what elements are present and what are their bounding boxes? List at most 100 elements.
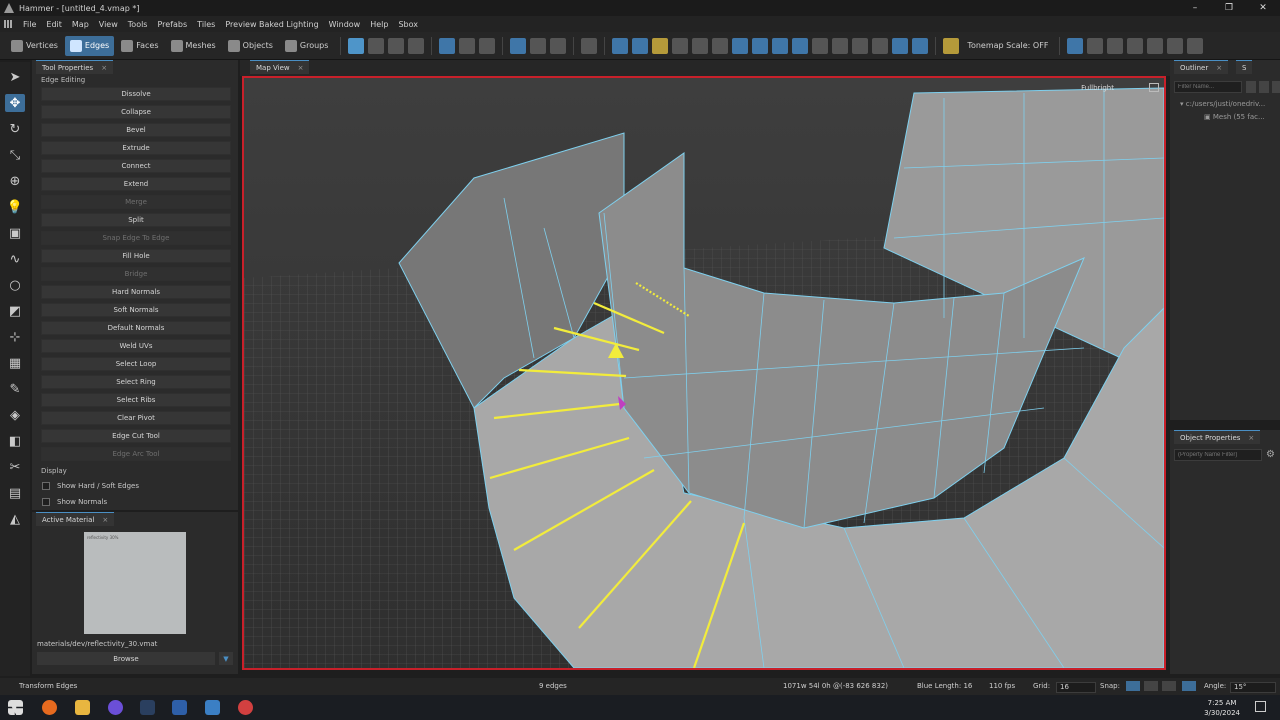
menu-prefabs[interactable]: Prefabs (152, 20, 192, 29)
minimize-button[interactable]: – (1178, 0, 1212, 16)
tool-icon-b[interactable] (1127, 37, 1144, 54)
viewport-scene[interactable] (244, 78, 1164, 668)
browse-dropdown-icon[interactable]: ▼ (219, 652, 233, 665)
show-hard-soft-edges-checkbox[interactable]: Show Hard / Soft Edges (32, 478, 238, 494)
polygon-tool-icon[interactable]: ○ (5, 276, 25, 294)
tool-icon-c[interactable] (1147, 37, 1164, 54)
grid-size-select[interactable]: 16 (1056, 682, 1096, 693)
visibility-lights-icon[interactable] (652, 37, 669, 54)
sbox-icon[interactable] (172, 700, 187, 715)
tab-map-view[interactable]: Map View × (250, 60, 310, 74)
select-tool-icon[interactable]: ➤ (5, 68, 25, 86)
close-icon[interactable]: × (1216, 64, 1222, 72)
close-icon[interactable]: × (102, 516, 108, 524)
path-tool-icon[interactable]: ∿ (5, 250, 25, 268)
menu-map[interactable]: Map (67, 20, 94, 29)
extrude-button[interactable]: Extrude (41, 141, 231, 155)
visibility-models-icon[interactable] (732, 37, 749, 54)
visibility-players-icon[interactable] (852, 37, 869, 54)
mode-edges-button[interactable]: Edges (64, 35, 115, 56)
render-mode-label[interactable]: Fullbright (1081, 84, 1114, 92)
tab-object-properties[interactable]: Object Properties × (1174, 430, 1261, 444)
new-folder-icon[interactable] (1246, 81, 1256, 93)
viewport-layout-icon[interactable] (1149, 83, 1159, 92)
snap-vertex-icon[interactable] (1144, 681, 1158, 691)
menu-file[interactable]: File (18, 20, 41, 29)
maximize-button[interactable]: ❐ (1212, 0, 1246, 16)
close-icon[interactable]: × (101, 64, 107, 72)
browse-button[interactable]: Browse (37, 652, 215, 665)
fill-hole-button[interactable]: Fill Hole (41, 249, 231, 263)
steam-icon[interactable] (140, 700, 155, 715)
cube-icon[interactable] (530, 37, 547, 54)
mode-faces-button[interactable]: Faces (116, 36, 163, 56)
tab-active-material[interactable]: Active Material × (36, 512, 115, 526)
snap-grid-icon[interactable] (1126, 681, 1140, 691)
controller-icon[interactable] (581, 37, 598, 54)
mode-objects-button[interactable]: Objects (223, 36, 278, 56)
sbox-editor-icon[interactable] (205, 700, 220, 715)
mode-meshes-button[interactable]: Meshes (166, 36, 221, 56)
tree-mesh-item[interactable]: ▣ Mesh (55 fac... (1204, 113, 1265, 121)
visibility-paths-icon[interactable] (672, 37, 689, 54)
checkbox-box[interactable] (42, 498, 50, 506)
pivot-tool-icon[interactable]: ⊕ (5, 172, 25, 190)
notification-icon[interactable] (1255, 701, 1266, 712)
select-ribs-button[interactable]: Select Ribs (41, 393, 231, 407)
select-mode-icon[interactable] (348, 37, 365, 54)
light-tool-icon[interactable]: 💡 (5, 198, 25, 216)
split-button[interactable]: Split (41, 213, 231, 227)
vertex-tool-icon[interactable]: ⊹ (5, 328, 25, 346)
block-tool-icon[interactable]: ▣ (5, 224, 25, 242)
visibility-tiles-icon[interactable] (772, 37, 789, 54)
visibility-grid-icon[interactable] (912, 37, 929, 54)
menu-edit[interactable]: Edit (41, 20, 67, 29)
move-tool-icon[interactable]: ✥ (5, 94, 25, 112)
outliner-filter-input[interactable] (1174, 81, 1242, 93)
snap-angle-icon[interactable] (1182, 681, 1196, 691)
pivot-icon[interactable] (479, 37, 496, 54)
windows-start-icon[interactable] (8, 700, 23, 715)
app-grid-icon[interactable] (4, 20, 12, 28)
snap-edge-icon[interactable] (1162, 681, 1176, 691)
paint-tool-icon[interactable]: ✎ (5, 380, 25, 398)
map-viewport[interactable]: Fullbright (242, 76, 1166, 670)
default-normals-button[interactable]: Default Normals (41, 321, 231, 335)
hard-normals-button[interactable]: Hard Normals (41, 285, 231, 299)
layout-quad-icon[interactable] (1087, 37, 1104, 54)
rotate-tool-icon[interactable]: ↻ (5, 120, 25, 138)
decal-tool-icon[interactable]: ◈ (5, 406, 25, 424)
tool-icon-a[interactable] (1107, 37, 1124, 54)
visibility-props-icon[interactable] (832, 37, 849, 54)
menu-help[interactable]: Help (365, 20, 393, 29)
extend-button[interactable]: Extend (41, 177, 231, 191)
obs-icon[interactable] (108, 700, 123, 715)
tile-tool-icon[interactable]: ◧ (5, 432, 25, 450)
tree-root-item[interactable]: ▾ c:/users/justi/onedriv... (1180, 100, 1265, 108)
clip-tool-icon[interactable]: ◩ (5, 302, 25, 320)
visibility-overlays-icon[interactable] (892, 37, 909, 54)
visibility-effects-icon[interactable] (712, 37, 729, 54)
transform-local-icon[interactable] (439, 37, 456, 54)
dissolve-button[interactable]: Dissolve (41, 87, 231, 101)
tab-outliner[interactable]: Outliner × (1174, 60, 1229, 74)
transform-world-icon[interactable] (459, 37, 476, 54)
show-normals-checkbox[interactable]: Show Normals (32, 494, 238, 510)
material-tool-icon[interactable]: ▦ (5, 354, 25, 372)
copy-icon[interactable] (1272, 81, 1280, 93)
menu-tools[interactable]: Tools (123, 20, 153, 29)
measure-icon[interactable] (368, 37, 385, 54)
tool-icon-e[interactable] (1187, 37, 1204, 54)
clear-pivot-button[interactable]: Clear Pivot (41, 411, 231, 425)
umbrella-icon[interactable] (550, 37, 567, 54)
connect-button[interactable]: Connect (41, 159, 231, 173)
menu-sbox[interactable]: Sbox (393, 20, 423, 29)
sculpt-tool-icon[interactable]: ✂ (5, 458, 25, 476)
stair-tool-icon[interactable]: ▤ (5, 484, 25, 502)
settings-gear-icon[interactable]: ⚙ (1266, 449, 1275, 460)
property-filter-input[interactable] (1174, 449, 1262, 461)
menu-view[interactable]: View (94, 20, 123, 29)
visibility-clips-icon[interactable] (792, 37, 809, 54)
system-clock[interactable]: 7:25 AM 3/30/2024 (1204, 698, 1240, 718)
material-thumbnail[interactable]: reflectivity 30% (84, 532, 186, 634)
